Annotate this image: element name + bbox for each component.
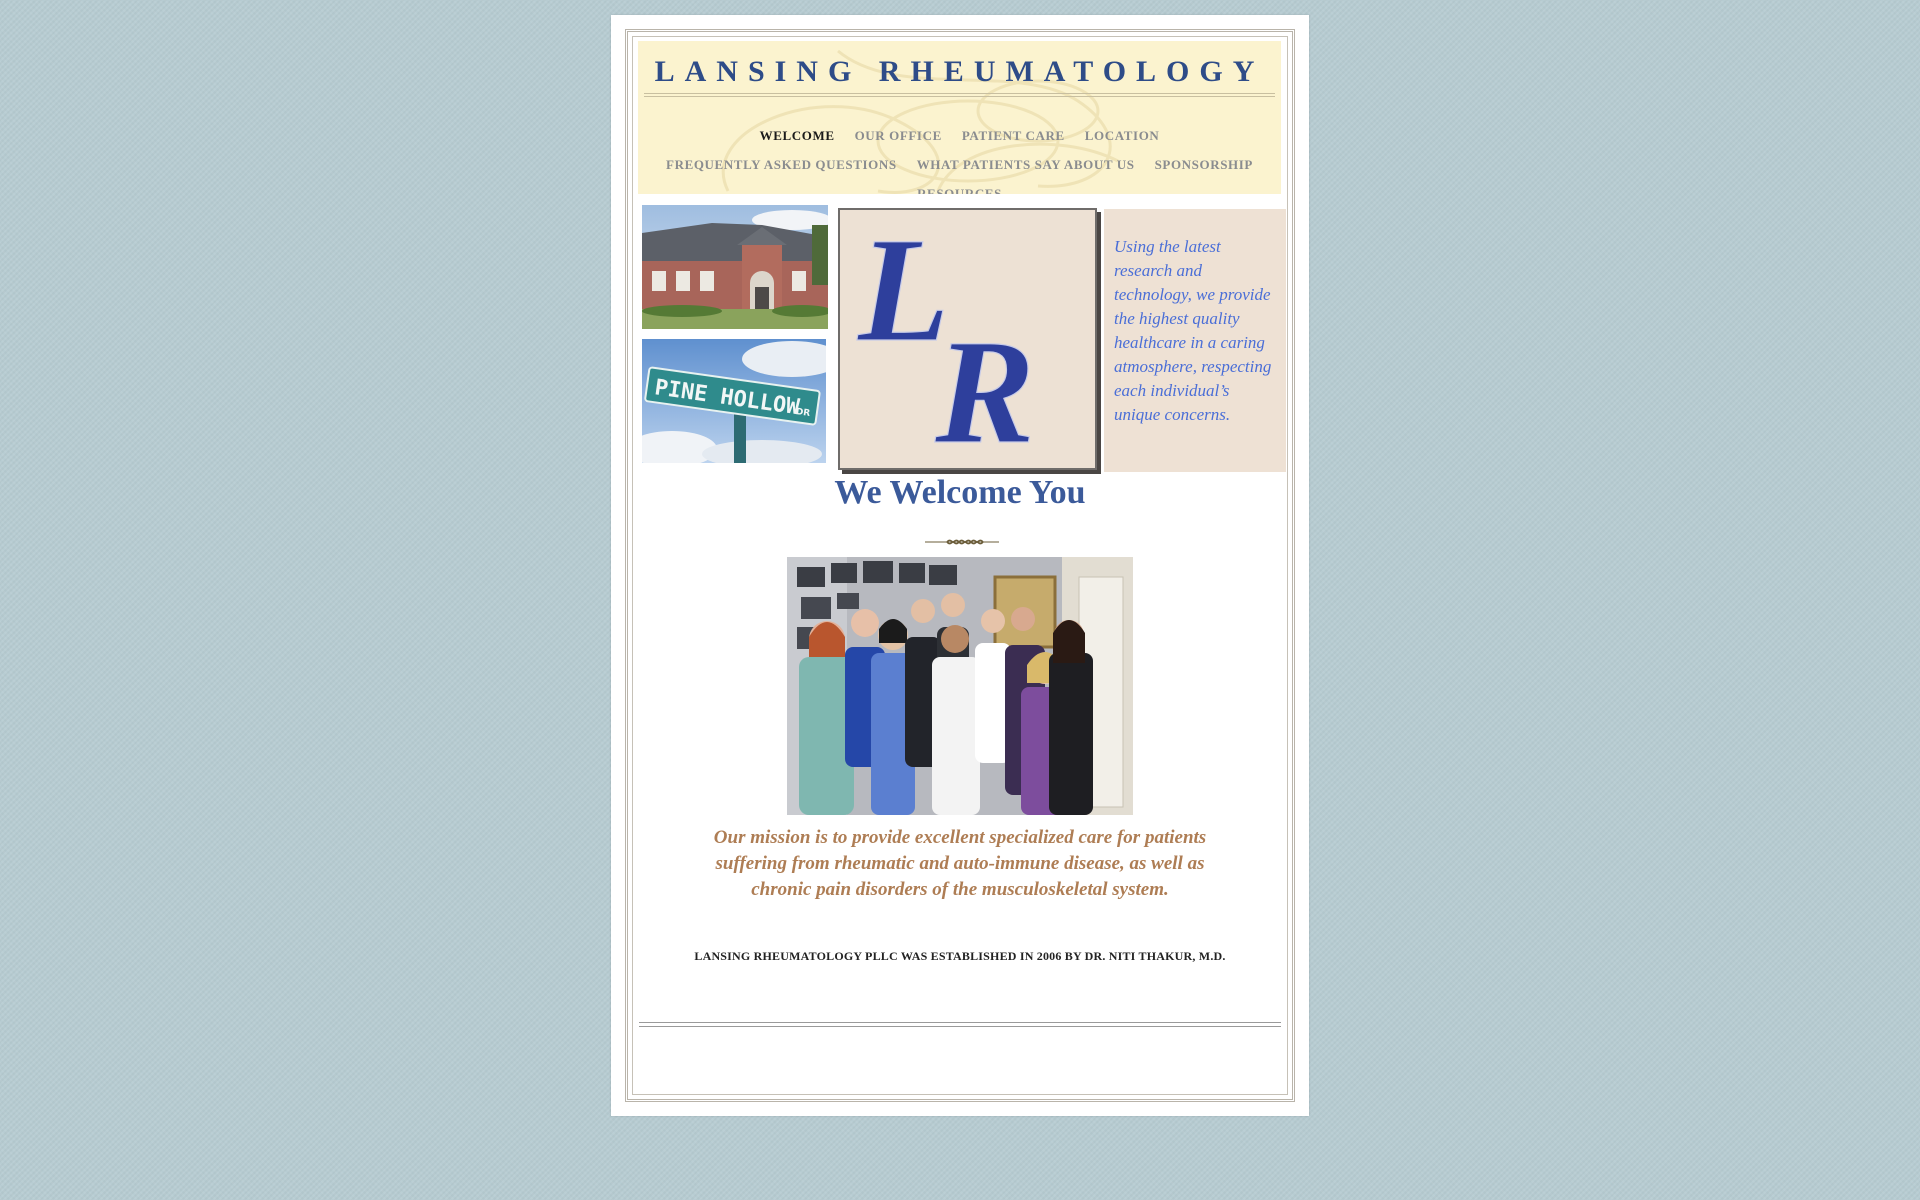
welcome-heading: We Welcome You <box>834 474 1086 511</box>
tagline-box: Using the latest research and technology… <box>1104 209 1286 472</box>
office-building-photo <box>642 205 828 329</box>
sign-suffix: DR <box>795 407 811 419</box>
staff-group-photo <box>787 557 1133 815</box>
street-sign-photo: PINE HOLLOW DR <box>642 339 826 463</box>
nav-link-sponsorship[interactable]: SPONSORSHIP <box>1155 157 1253 173</box>
main-nav-row-2: FREQUENTLY ASKED QUESTIONS WHAT PATIENTS … <box>638 157 1281 173</box>
logo-letter-r: R <box>934 309 1035 468</box>
established-note: LANSING RHEUMATOLOGY PLLC WAS ESTABLISHE… <box>694 949 1226 963</box>
nav-link-patient-care[interactable]: PATIENT CARE <box>962 128 1065 144</box>
footer-divider <box>639 1022 1281 1027</box>
nav-link-welcome[interactable]: WELCOME <box>760 128 835 144</box>
nav-link-our-office[interactable]: OUR OFFICE <box>855 128 942 144</box>
site-title: LANSING RHEUMATOLOGY <box>654 55 1265 88</box>
lr-logo: L R <box>838 206 1097 476</box>
nav-link-resources[interactable]: RESOURCES <box>917 186 1002 194</box>
main-nav-row-3: RESOURCES <box>638 186 1281 194</box>
title-divider <box>644 93 1275 97</box>
page-container: LANSING RHEUMATOLOGY WELCOME OUR OFFICE PA… <box>611 15 1309 1116</box>
site-header: LANSING RHEUMATOLOGY WELCOME OUR OFFICE PA… <box>638 41 1281 194</box>
mission-statement: Our mission is to provide excellent spec… <box>713 827 1207 900</box>
flourish-divider-icon <box>925 539 999 545</box>
tagline-text: Using the latest research and technology… <box>1114 237 1272 424</box>
nav-link-location[interactable]: LOCATION <box>1085 128 1160 144</box>
main-nav-row-1: WELCOME OUR OFFICE PATIENT CARE LOCATION <box>638 128 1281 144</box>
nav-link-what-patients-say-about-us[interactable]: WHAT PATIENTS SAY ABOUT US <box>917 157 1135 173</box>
nav-link-frequently-asked-questions[interactable]: FREQUENTLY ASKED QUESTIONS <box>666 157 897 173</box>
